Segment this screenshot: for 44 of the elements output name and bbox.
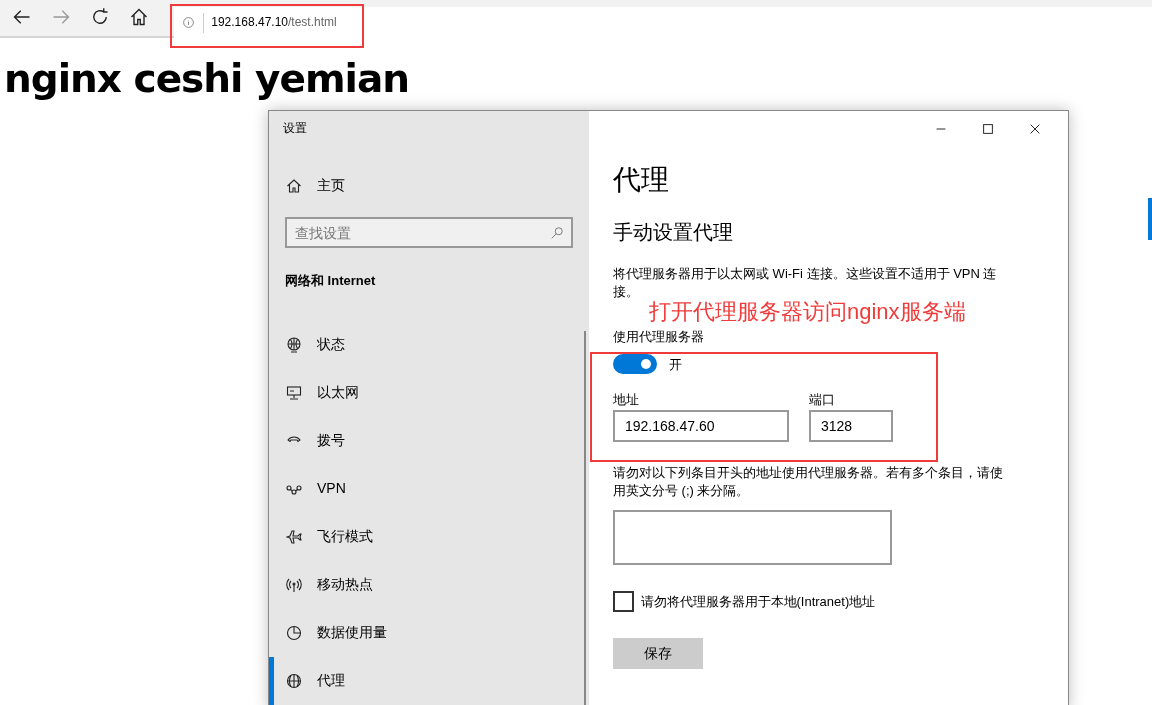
antenna-icon <box>286 576 302 593</box>
maximize-icon <box>980 122 995 136</box>
url-path[interactable]: /test.html <box>288 12 337 31</box>
exceptions-text: 请勿对以下列条目开头的地址使用代理服务器。若有多个条目，请使用英文分号 (;) 来分隔。 <box>613 463 1004 501</box>
window-title: 设置 <box>283 120 308 137</box>
scrollbar[interactable] <box>584 331 586 705</box>
scroll-indicator <box>1148 198 1152 240</box>
sidebar-item[interactable]: VPN <box>269 464 589 513</box>
home-icon <box>128 6 149 27</box>
monitor-icon <box>286 384 302 401</box>
sidebar-item[interactable]: 飞行模式 <box>269 512 589 561</box>
annotation-text: 打开代理服务器访问nginx服务端 <box>649 301 966 323</box>
sidebar-item[interactable]: 数据使用量 <box>269 608 589 657</box>
port-label: 端口 <box>809 391 836 410</box>
home-icon <box>286 177 302 194</box>
airplane-icon <box>286 528 302 545</box>
sidebar-item[interactable]: 以太网 <box>269 368 589 417</box>
address-field[interactable]: 192.168.47.60 <box>613 409 789 442</box>
description-text: 将代理服务器用于以太网或 Wi-Fi 连接。这些设置不适用于 VPN 连接。 <box>613 264 998 300</box>
sidebar-item[interactable]: 拨号 <box>269 416 589 465</box>
toggle-state-text: 开 <box>669 355 682 374</box>
search-field[interactable]: 查找设置 <box>285 217 573 248</box>
checkbox[interactable] <box>613 591 634 613</box>
exceptions-field[interactable] <box>613 510 892 566</box>
toggle-label: 使用代理服务器 <box>613 327 705 346</box>
save-button[interactable]: 保存 <box>613 638 703 670</box>
address-label: 地址 <box>613 391 640 410</box>
checkbox-label: 请勿将代理服务器用于本地(Intranet)地址 <box>640 593 876 612</box>
globe-icon <box>286 672 302 689</box>
sidebar-item[interactable]: 移动热点 <box>269 560 589 609</box>
search-icon <box>550 226 564 240</box>
info-icon <box>182 16 195 29</box>
pie-chart-icon <box>286 624 302 641</box>
home-link[interactable]: 主页 <box>286 175 345 196</box>
sidebar-item[interactable]: 代理 <box>269 656 589 705</box>
port-field[interactable]: 3128 <box>809 409 893 442</box>
globe-monitor-icon <box>286 336 302 353</box>
page-heading: nginx ceshi yemian <box>4 58 410 101</box>
sidebar-item[interactable]: 状态 <box>269 320 589 369</box>
proxy-toggle[interactable] <box>613 354 657 375</box>
section-subtitle: 手动设置代理 <box>613 219 734 245</box>
page-title: 代理 <box>613 163 670 197</box>
url-host[interactable]: 192.168.47.10 <box>211 12 288 31</box>
section-heading: 网络和 Internet <box>285 272 377 290</box>
